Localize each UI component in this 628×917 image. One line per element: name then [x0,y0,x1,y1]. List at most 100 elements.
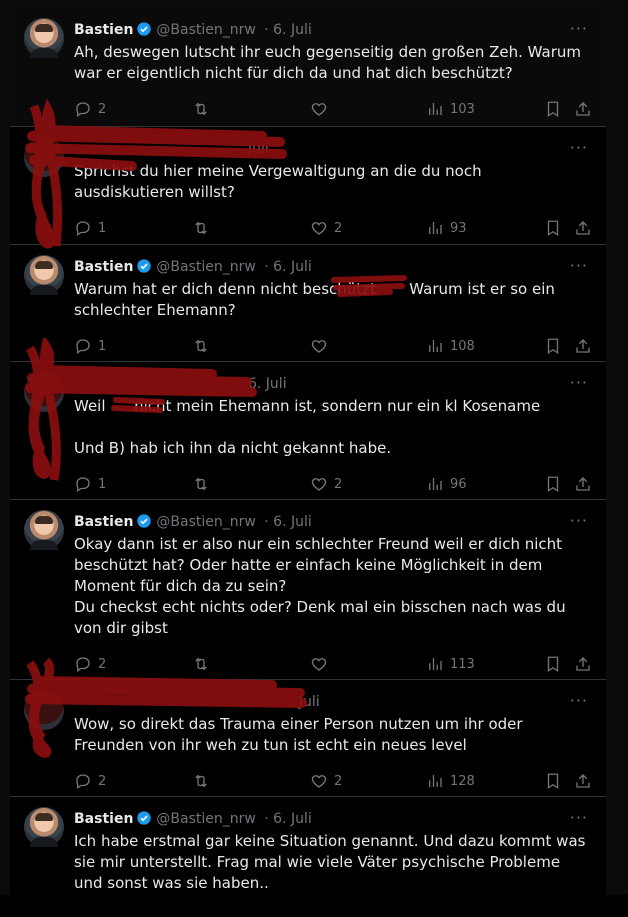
reply-button[interactable]: 2 [74,98,106,120]
tweet-date[interactable]: · 6. Juli [264,514,312,530]
tweet[interactable]: Juli ··· Sprichst du hier meine Vergewal… [10,127,606,245]
tweet-text: Ah, deswegen lutscht ihr euch gegenseiti… [74,43,586,82]
heart-icon [311,775,327,788]
retweet-button[interactable] [192,217,216,239]
avatar[interactable] [24,510,64,550]
views-button[interactable]: 103 [426,98,475,120]
bookmark-button[interactable] [544,473,562,495]
author-name[interactable]: Bastien [74,22,133,38]
share-button[interactable] [574,335,592,357]
avatar[interactable] [24,18,64,58]
retweet-icon [195,102,207,116]
tweet-date[interactable]: · 6. Juli [264,22,312,38]
verified-icon [137,259,152,273]
reply-button[interactable]: 1 [74,473,106,495]
views-button[interactable]: 113 [426,653,475,675]
views-button[interactable]: 93 [426,217,467,239]
reply-button[interactable]: 1 [74,335,106,357]
share-button[interactable] [574,770,592,792]
author-handle[interactable]: @Bastien_nrw [156,22,255,38]
author-name[interactable]: Bastien [74,514,133,530]
tweet-header: Bastien @Bastien_nrw · 6. Juli ··· [74,245,588,278]
analytics-icon [429,775,442,787]
retweet-button[interactable] [192,98,216,120]
heart-icon [311,658,327,671]
avatar[interactable] [24,690,64,730]
more-options-icon[interactable]: ··· [570,255,588,277]
bookmark-button[interactable] [544,98,562,120]
retweet-icon [195,774,207,788]
bookmark-icon [547,476,559,493]
tweet-actions: 1 2 96 [74,473,590,495]
reply-button[interactable]: 1 [74,217,106,239]
tweet-date[interactable]: Juli [248,141,269,157]
reply-icon [76,774,90,790]
like-button[interactable]: 2 [310,473,342,495]
more-options-icon[interactable]: ··· [570,18,588,40]
share-icon [576,339,590,353]
like-button[interactable] [310,335,334,357]
tweet-thread: Bastien @Bastien_nrw · 6. Juli ··· Ah, de… [10,8,606,917]
tweet[interactable]: 6. Juli ··· Weil nicht mein Ehemann ist,… [10,362,606,500]
more-options-icon[interactable]: ··· [570,807,588,829]
avatar[interactable] [24,255,64,295]
reply-count: 1 [98,476,107,492]
author-handle[interactable]: @Bastien_nrw [156,514,255,530]
like-button[interactable]: 2 [310,770,342,792]
reply-button[interactable]: 2 [74,770,106,792]
views-button[interactable]: 128 [426,770,475,792]
tweet[interactable]: . Juli ··· Wow, so direkt das Trauma ein… [10,680,606,797]
retweet-button[interactable] [192,473,216,495]
views-button[interactable]: 96 [426,473,467,495]
bookmark-button[interactable] [544,217,562,239]
tweet-date[interactable]: 6. Juli [248,376,287,392]
tweet[interactable]: Bastien @Bastien_nrw · 6. Juli ··· Okay d… [10,500,606,680]
share-button[interactable] [574,217,592,239]
analytics-icon [429,478,442,490]
tweet[interactable]: Bastien @Bastien_nrw · 6. Juli ··· Warum … [10,245,606,362]
tweet[interactable]: Bastien @Bastien_nrw · 6. Juli ··· Ich ha… [10,797,606,917]
share-icon [576,221,590,235]
avatar[interactable] [24,372,64,412]
bookmark-icon [547,338,559,355]
retweet-button[interactable] [192,335,216,357]
more-options-icon[interactable]: ··· [570,690,588,712]
retweet-button[interactable] [192,653,216,675]
tweet-date[interactable]: · 6. Juli [264,811,312,827]
tweet-actions: 2 103 [74,98,590,120]
like-button[interactable]: 2 [310,217,342,239]
author-name[interactable]: Bastien [74,259,133,275]
tweet-text: Wow, so direkt das Trauma einer Person n… [74,715,528,754]
author-name[interactable]: Bastien [74,811,133,827]
like-button[interactable] [310,98,334,120]
window-left-border [0,0,10,895]
reply-button[interactable]: 2 [74,653,106,675]
bookmark-button[interactable] [544,653,562,675]
author-handle[interactable]: @Bastien_nrw [156,811,255,827]
analytics-icon [429,103,442,115]
tweet[interactable]: Bastien @Bastien_nrw · 6. Juli ··· Ah, de… [10,8,606,127]
tweet-date[interactable]: · 6. Juli [264,259,312,275]
author-handle[interactable]: @Bastien_nrw [156,259,255,275]
like-button[interactable] [310,653,334,675]
retweet-icon [195,477,207,491]
avatar[interactable] [24,807,64,847]
share-button[interactable] [574,98,592,120]
reply-icon [76,221,90,237]
tweet-header: . Juli ··· [74,680,588,713]
views-button[interactable]: 108 [426,335,475,357]
tweet-actions: 1 108 [74,335,590,357]
retweet-button[interactable] [192,770,216,792]
share-button[interactable] [574,473,592,495]
more-options-icon[interactable]: ··· [570,510,588,532]
bookmark-button[interactable] [544,770,562,792]
bookmark-button[interactable] [544,335,562,357]
tweet-header: Bastien @Bastien_nrw · 6. Juli ··· [74,797,588,830]
more-options-icon[interactable]: ··· [570,137,588,159]
more-options-icon[interactable]: ··· [570,372,588,394]
retweet-icon [195,221,207,235]
tweet-date[interactable]: . Juli [290,694,320,710]
window-right-border [606,0,628,895]
avatar[interactable] [24,137,64,177]
share-button[interactable] [574,653,592,675]
